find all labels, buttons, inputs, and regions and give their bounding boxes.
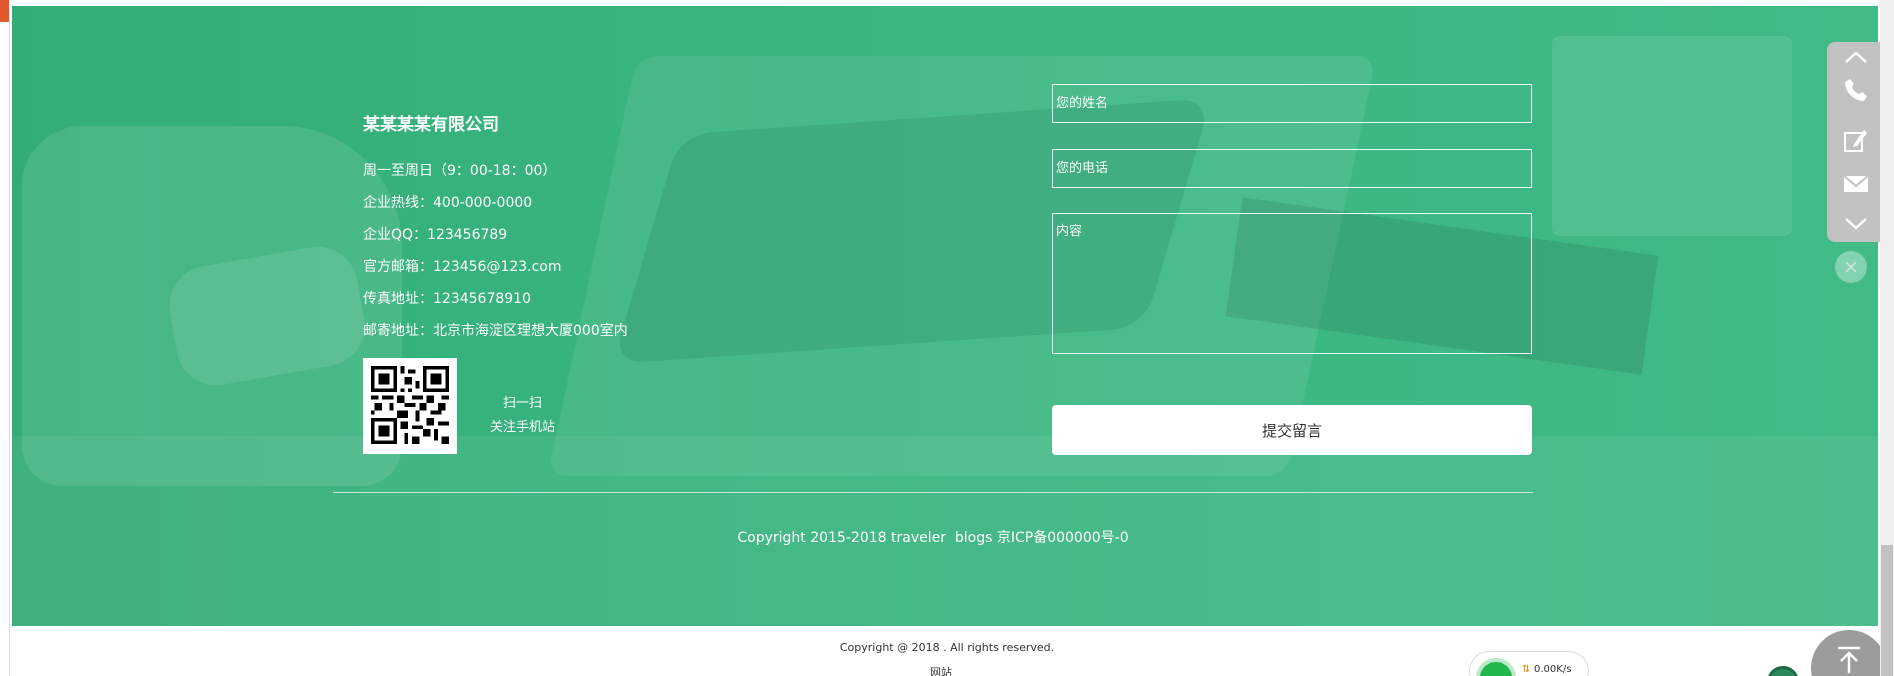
chevron-up-icon [1845,51,1867,63]
mailing-address: 邮寄地址：北京市海淀区理想大厦000室内 [363,323,628,339]
name-input[interactable] [1052,84,1532,123]
back-to-top-icon [1838,646,1860,673]
content-textarea[interactable] [1052,213,1532,354]
submit-message-button[interactable]: 提交留言 [1052,405,1532,455]
left-border [9,0,10,676]
qr-caption-scan: 扫一扫 [503,396,543,411]
floating-toolbar [1827,42,1885,242]
page: 某某某某有限公司 周一至周日（9：00-18：00） 企业热线：400-000-… [0,0,1894,676]
footer-divider [333,492,1533,493]
toolbar-close-button[interactable] [1835,251,1867,283]
toolbar-collapse-down[interactable] [1827,206,1885,240]
speed-arrows-icon: ⇅ [1522,664,1531,675]
qr-caption-follow: 关注手机站 [490,420,556,435]
business-hours: 周一至周日（9：00-18：00） [363,163,557,179]
background-lamp [1552,36,1792,236]
toolbar-message-button[interactable] [1827,120,1885,160]
chevron-down-icon [1845,218,1867,230]
qr-code-image [371,366,449,444]
corner-marker [0,0,9,22]
background-sofa [22,126,402,486]
fax: 传真地址：12345678910 [363,291,531,307]
qq-number: 企业QQ：123456789 [363,227,508,243]
scrollbar-thumb[interactable] [1881,545,1893,676]
assistant-icon[interactable] [1767,666,1799,676]
email: 官方邮箱：123456@123.com [363,259,562,275]
copyright-text: Copyright 2015-2018 traveler blogs 京ICP备… [737,530,1129,546]
phone-input[interactable] [1052,149,1532,188]
site-label: 网站 [930,666,952,676]
background-pillow [163,240,371,392]
network-speed-widget[interactable]: ⇅ 0.00K/s [1469,651,1589,676]
mail-icon [1843,175,1869,192]
phone-icon [1845,79,1867,101]
hotline: 企业热线：400-000-0000 [363,195,533,211]
bottom-copyright: Copyright @ 2018 . All rights reserved. [839,641,1055,654]
speed-value: 0.00K/s [1534,664,1572,675]
speed-indicator-icon [1476,658,1516,676]
company-name: 某某某某有限公司 [363,115,499,135]
toolbar-mail-button[interactable] [1827,164,1885,204]
back-to-top-button[interactable] [1811,630,1887,676]
qr-code [363,358,457,454]
edit-icon [1844,130,1867,152]
close-icon [1845,261,1857,273]
toolbar-phone-button[interactable] [1827,70,1885,110]
